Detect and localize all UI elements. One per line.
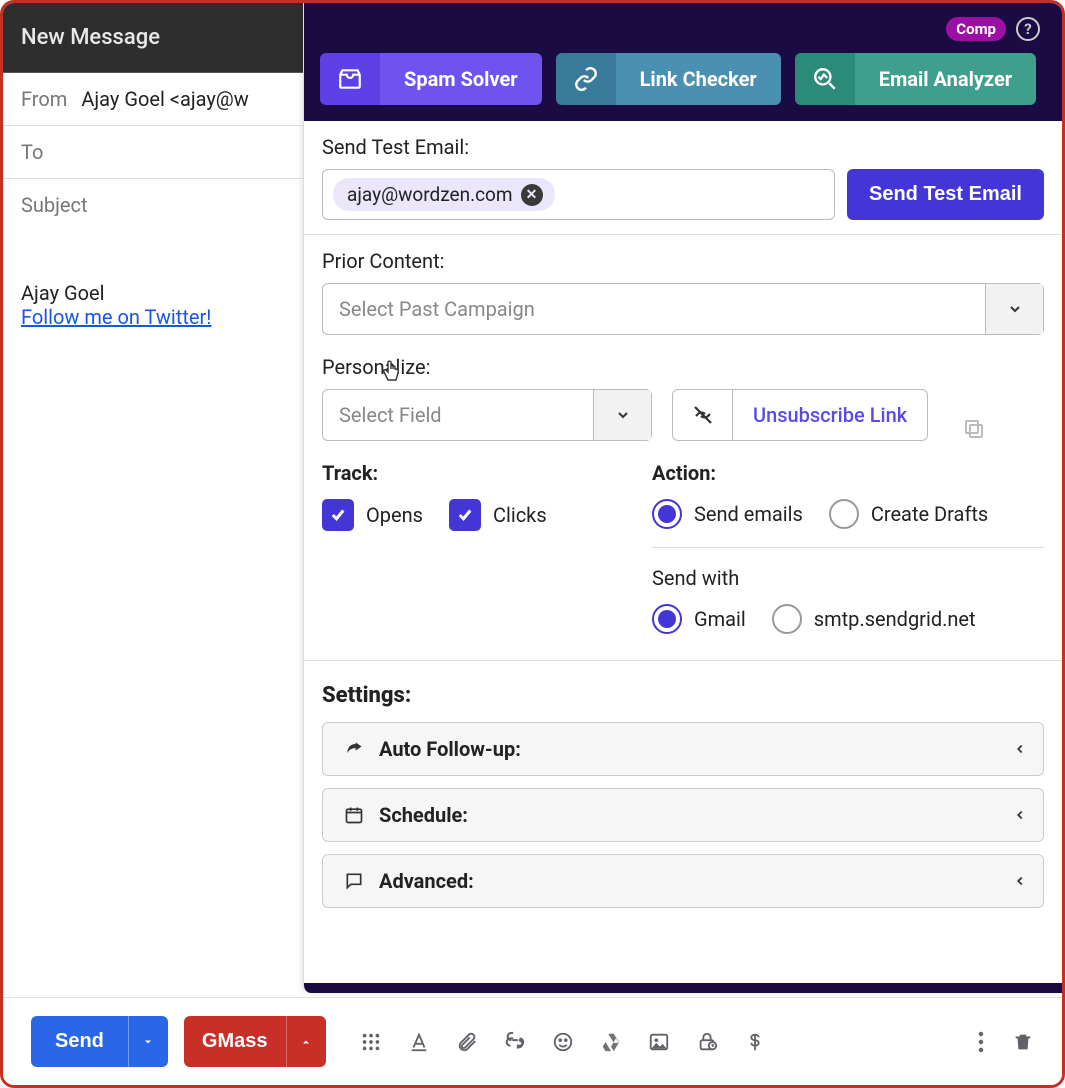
create-drafts-radio[interactable] (829, 499, 859, 529)
personalize-select[interactable]: Select Field (322, 389, 652, 441)
calendar-icon (339, 805, 369, 825)
chevron-down-icon (593, 390, 651, 440)
comp-pill[interactable]: Comp (946, 17, 1006, 41)
to-label: To (21, 140, 43, 164)
to-field[interactable]: To (3, 126, 303, 179)
email-analyzer-label: Email Analyzer (855, 53, 1036, 105)
insert-link-icon[interactable] (504, 1031, 526, 1053)
prior-content-select[interactable]: Select Past Campaign (322, 283, 1044, 335)
auto-followup-accordion[interactable]: Auto Follow-up: (322, 722, 1044, 776)
dollar-icon[interactable] (744, 1031, 766, 1053)
gmail-label: Gmail (694, 607, 746, 631)
personalize-placeholder: Select Field (323, 390, 593, 440)
gmass-panel: Comp ? Spam Solver Link Checker Email (303, 3, 1062, 993)
inbox-icon (320, 53, 380, 105)
opens-label: Opens (366, 503, 423, 527)
clicks-checkbox[interactable] (449, 499, 481, 531)
settings-label: Settings: (322, 683, 1044, 708)
subject-field[interactable]: Subject (3, 179, 303, 231)
link-checker-button[interactable]: Link Checker (556, 53, 781, 105)
app-window: New Message From Ajay Goel <ajay@w To Su… (0, 0, 1065, 1088)
compose-body[interactable]: Ajay Goel Follow me on Twitter! (3, 231, 303, 329)
gmass-options-button[interactable] (286, 1016, 326, 1067)
gmass-button[interactable]: GMass (184, 1016, 286, 1067)
test-email-input[interactable]: ajay@wordzen.com ✕ (322, 169, 835, 220)
help-icon[interactable]: ? (1016, 17, 1040, 41)
send-emails-radio[interactable] (652, 499, 682, 529)
trash-icon[interactable] (1012, 1031, 1034, 1053)
unsubscribe-label: Unsubscribe Link (733, 390, 927, 440)
unsubscribe-button[interactable]: Unsubscribe Link (672, 389, 928, 441)
from-label: From (21, 87, 67, 111)
send-button[interactable]: Send (31, 1016, 128, 1067)
compose-title: New Message (3, 3, 303, 73)
chat-icon (339, 871, 369, 891)
schedule-label: Schedule: (379, 803, 468, 827)
more-icon[interactable] (978, 1031, 984, 1053)
track-label: Track: (322, 461, 622, 485)
chevron-down-icon (985, 284, 1043, 334)
gmass-button-group: GMass (184, 1016, 326, 1067)
confidential-icon[interactable] (696, 1031, 718, 1053)
analyze-icon (795, 53, 855, 105)
send-with-label: Send with (652, 566, 1044, 590)
spam-solver-button[interactable]: Spam Solver (320, 53, 542, 105)
signature-link[interactable]: Follow me on Twitter! (21, 305, 211, 329)
compose-toolbar: Send GMass (3, 997, 1062, 1085)
remove-chip-icon[interactable]: ✕ (521, 184, 543, 206)
prior-content-label: Prior Content: (322, 249, 1044, 273)
link-icon (556, 53, 616, 105)
compose-pane: New Message From Ajay Goel <ajay@w To Su… (3, 3, 303, 1085)
advanced-label: Advanced: (379, 869, 474, 893)
chevron-left-icon (1013, 742, 1027, 756)
email-chip: ajay@wordzen.com ✕ (333, 178, 555, 211)
from-value: Ajay Goel <ajay@w (81, 87, 248, 111)
copy-icon[interactable] (962, 417, 986, 441)
subject-label: Subject (21, 193, 88, 217)
action-label: Action: (652, 461, 1044, 485)
chevron-left-icon (1013, 874, 1027, 888)
send-button-group: Send (31, 1016, 168, 1067)
prior-content-placeholder: Select Past Campaign (323, 284, 985, 334)
sendgrid-label: smtp.sendgrid.net (814, 607, 976, 631)
image-icon[interactable] (648, 1031, 670, 1053)
emoji-icon[interactable] (552, 1031, 574, 1053)
advanced-accordion[interactable]: Advanced: (322, 854, 1044, 908)
from-field[interactable]: From Ajay Goel <ajay@w (3, 73, 303, 126)
send-options-button[interactable] (128, 1016, 168, 1067)
auto-followup-label: Auto Follow-up: (379, 737, 521, 761)
opens-checkbox[interactable] (322, 499, 354, 531)
followup-icon (339, 739, 369, 759)
send-test-label: Send Test Email: (322, 135, 1044, 159)
chip-text: ajay@wordzen.com (347, 183, 513, 206)
drive-icon[interactable] (600, 1031, 622, 1053)
chevron-left-icon (1013, 808, 1027, 822)
top-util-bar: Comp ? (946, 17, 1040, 41)
signature-name: Ajay Goel (21, 281, 285, 305)
attach-icon[interactable] (456, 1031, 478, 1053)
link-checker-label: Link Checker (616, 53, 781, 105)
settings-panel: Send Test Email: ajay@wordzen.com ✕ Send… (304, 121, 1062, 983)
spam-solver-label: Spam Solver (380, 53, 542, 105)
unlink-icon (673, 390, 733, 440)
gmail-radio[interactable] (652, 604, 682, 634)
formatting-grid-icon[interactable] (360, 1031, 382, 1053)
clicks-label: Clicks (493, 503, 547, 527)
schedule-accordion[interactable]: Schedule: (322, 788, 1044, 842)
sendgrid-radio[interactable] (772, 604, 802, 634)
send-emails-label: Send emails (694, 502, 803, 526)
personalize-label: Personalize: (322, 355, 652, 379)
text-format-icon[interactable] (408, 1031, 430, 1053)
send-test-button[interactable]: Send Test Email (847, 169, 1044, 220)
email-analyzer-button[interactable]: Email Analyzer (795, 53, 1036, 105)
create-drafts-label: Create Drafts (871, 502, 988, 526)
